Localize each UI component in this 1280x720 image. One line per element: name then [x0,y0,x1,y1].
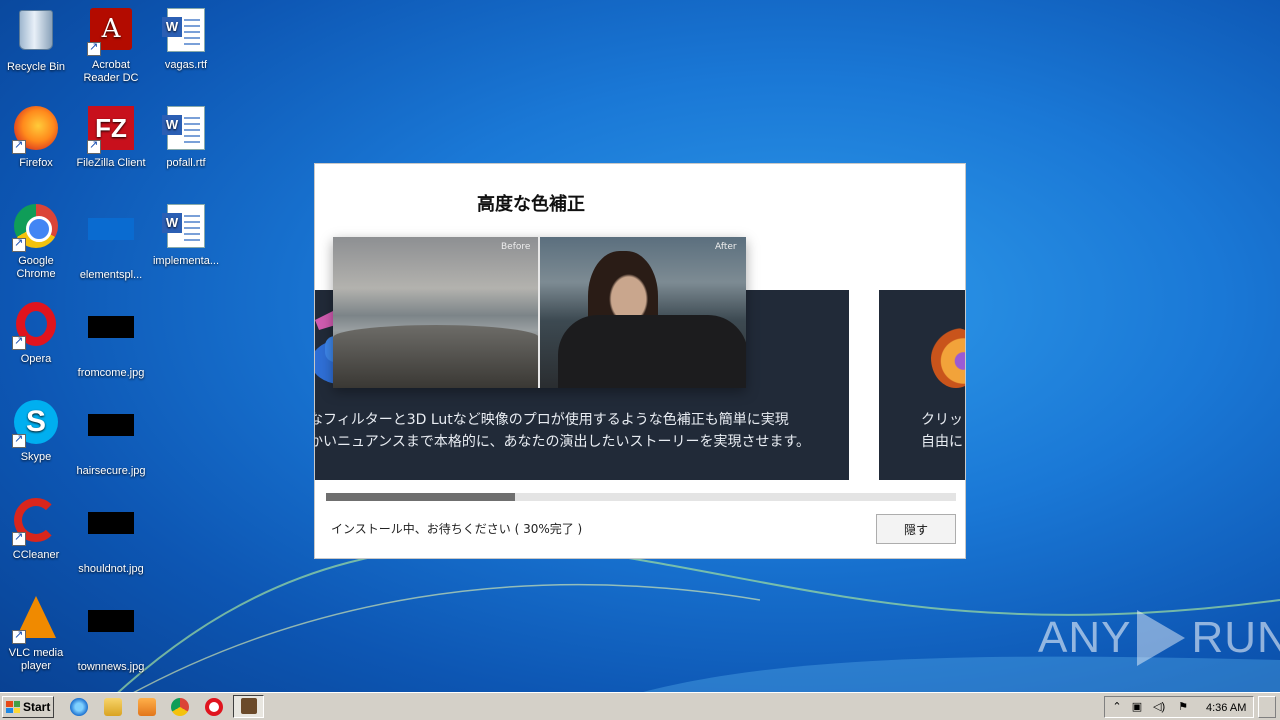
desktop-icon-shouldnot[interactable]: shouldnot.jpg [75,496,147,576]
image-thumbnail-icon [87,414,135,462]
desktop-icon-acrobat[interactable]: A Acrobat Reader DC [75,6,147,85]
word-document-icon [162,8,210,56]
ccleaner-icon [12,498,60,546]
shortcut-arrow-icon [12,530,26,546]
install-progress-fill [326,493,515,501]
file-icon [87,218,135,266]
feature-card-next: クリッ 自由に [879,290,965,480]
recycle-bin-icon [12,10,60,58]
desktop-icon-label: Google Chrome [16,255,56,280]
installer-app-icon [241,698,257,714]
desktop-icon-recycle-bin[interactable]: Recycle Bin [0,6,72,74]
desktop-icon-elementspl[interactable]: elementspl... [75,202,147,282]
shortcut-arrow-icon [87,40,101,56]
shortcut-arrow-icon [12,432,26,448]
desktop-icon-opera[interactable]: Opera [0,300,72,366]
desktop-icon-label: hairsecure.jpg [76,465,146,477]
hide-button[interactable]: 隠す [876,514,956,544]
anyrun-watermark: ANY RUN [1038,610,1280,666]
media-player-icon[interactable] [138,698,156,716]
shortcut-arrow-icon [12,236,26,252]
desktop-icon-label: vagas.rtf [164,59,208,71]
chrome-taskbar-icon[interactable] [171,698,189,716]
before-label: Before [501,242,531,252]
taskbar: Start ⌃ ▣ ◁) ⚑ 4:36 AM [0,692,1280,720]
desktop-icon-vagas[interactable]: vagas.rtf [150,6,222,72]
desktop-icon-skype[interactable]: S Skype [0,398,72,464]
watermark-text-right: RUN [1191,613,1280,662]
desktop-icon-chrome[interactable]: Google Chrome [0,202,72,281]
desktop-icon-label: Recycle Bin [6,61,66,73]
desktop-icon-firefox[interactable]: Firefox [0,104,72,170]
before-photo [333,237,539,388]
acrobat-icon: A [87,8,135,56]
installer-window: 高度な色補正 なフィルターと3D Lutなど映像のプロが使用するような色補正も簡… [314,163,966,559]
desktop-icon-label: townnews.jpg [77,661,145,673]
before-after-image: Before After [333,237,746,388]
desktop-icon-label: CCleaner [12,549,60,561]
image-thumbnail-icon [87,316,135,364]
desktop-icon-label: VLC media player [8,647,64,672]
after-photo [540,237,746,388]
after-label: After [715,242,737,252]
vlc-icon [12,596,60,644]
desktop-icon-ccleaner[interactable]: CCleaner [0,496,72,562]
show-desktop-button[interactable] [1258,696,1276,718]
desktop-icon-label: elementspl... [79,269,143,281]
desktop-icon-label: Skype [20,451,52,463]
start-label: Start [23,700,51,714]
feature-text-line: なフィルターと3D Lutなど映像のプロが使用するような色補正も簡単に実現 [314,412,789,428]
firefox-icon [12,106,60,154]
desktop-icon-hairsecure[interactable]: hairsecure.jpg [75,398,147,478]
install-progress-bar [326,493,956,501]
desktop-icon-label: Opera [20,353,52,365]
desktop-icon-label: fromcome.jpg [77,367,145,379]
show-hidden-icons-chevron-icon[interactable]: ⌃ [1111,701,1123,713]
shortcut-arrow-icon [87,138,101,154]
shortcut-arrow-icon [12,628,26,644]
explorer-icon[interactable] [104,698,122,716]
desktop-icon-label: implementa... [152,255,220,267]
start-button[interactable]: Start [2,696,54,718]
desktop-icon-label: Acrobat Reader DC [83,59,139,84]
desktop-icon-pofall[interactable]: pofall.rtf [150,104,222,170]
image-thumbnail-icon [87,610,135,658]
desktop-icon-implementa[interactable]: implementa... [150,202,222,268]
watermark-text-left: ANY [1038,613,1132,662]
desktop-icon-fromcome[interactable]: fromcome.jpg [75,300,147,380]
word-document-icon [162,204,210,252]
feature-text-line: クリッ [921,412,963,428]
volume-icon[interactable]: ◁) [1153,701,1165,713]
play-logo-icon [1137,610,1186,666]
desktop-icon-label: pofall.rtf [166,157,206,169]
desktop-icon-label: shouldnot.jpg [78,563,144,575]
network-icon[interactable]: ▣ [1131,701,1143,713]
installer-taskbar-button[interactable] [233,695,264,718]
desktop-icon-filezilla[interactable]: FZ FileZilla Client [75,104,147,170]
feature-text-line: 自由に [921,434,963,450]
desktop-icon-label: FileZilla Client [76,157,146,169]
action-center-flag-icon[interactable]: ⚑ [1177,701,1189,713]
word-document-icon [162,106,210,154]
flower-illustration [931,328,965,388]
image-thumbnail-icon [87,512,135,560]
chrome-icon [12,204,60,252]
desktop-icon-townnews[interactable]: townnews.jpg [75,594,147,674]
shortcut-arrow-icon [12,138,26,154]
opera-icon [12,302,60,350]
desktop-icon-vlc[interactable]: VLC media player [0,594,72,673]
shortcut-arrow-icon [12,334,26,350]
desktop-icon-label: Firefox [19,157,53,169]
ie-icon[interactable] [70,698,88,716]
skype-icon: S [12,400,60,448]
feature-text-line: かいニュアンスまで本格的に、あなたの演出したいストーリーを実現させます。 [314,434,811,450]
install-status-text: インストール中、お待ちください ( 30%完了 ) [331,522,583,536]
compare-divider [538,237,540,388]
taskbar-clock[interactable]: 4:36 AM [1206,702,1246,714]
windows-logo-icon [6,701,20,713]
installer-heading: 高度な色補正 [477,194,585,215]
opera-taskbar-icon[interactable] [205,698,223,716]
filezilla-icon: FZ [87,106,135,154]
